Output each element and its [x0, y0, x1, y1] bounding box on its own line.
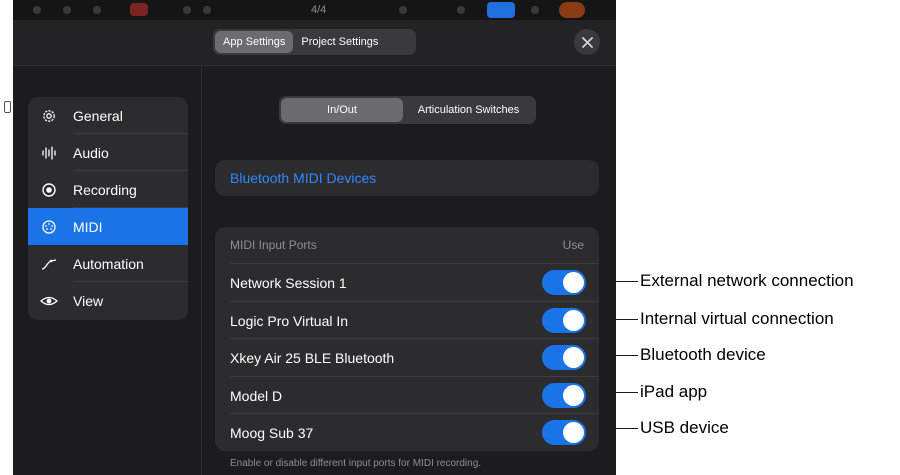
sidebar-item-label: Recording	[73, 181, 137, 198]
sidebar-item-midi[interactable]: MIDI	[28, 208, 188, 245]
sidebar-item-audio[interactable]: Audio	[28, 134, 188, 171]
port-name: Model D	[230, 387, 283, 404]
sidebar-item-label: Audio	[73, 144, 109, 161]
bluetooth-midi-devices-label: Bluetooth MIDI Devices	[230, 170, 377, 186]
callout-label: USB device	[640, 418, 729, 437]
port-name: Moog Sub 37	[230, 425, 314, 442]
port-name: Xkey Air 25 BLE Bluetooth	[230, 350, 395, 367]
toggle-knob	[563, 347, 584, 369]
use-column-label: Use	[562, 238, 584, 252]
callout-label: Internal virtual connection	[640, 309, 834, 328]
toggle-knob	[563, 384, 584, 406]
midi-input-ports-header: MIDI Input Ports Use	[215, 227, 599, 263]
callout-line	[616, 392, 638, 393]
tab-app-settings[interactable]: App Settings	[215, 31, 294, 53]
toolbar-control[interactable]	[63, 6, 71, 14]
sidebar-item-label: MIDI	[73, 218, 103, 235]
settings-header: App Settings Project Settings	[13, 20, 616, 66]
callout-line	[616, 428, 638, 429]
callout-label: Bluetooth device	[640, 345, 766, 364]
settings-window: 4/4 App Settings Project Settings Genera…	[13, 0, 616, 475]
toolbar-control[interactable]	[531, 6, 539, 14]
settings-scope-segmented-control: App Settings Project Settings	[213, 29, 416, 55]
callout-line	[616, 355, 638, 356]
pane-divider	[201, 65, 202, 475]
list-item: Network Session 1	[230, 263, 599, 301]
sidebar-item-recording[interactable]: Recording	[28, 171, 188, 208]
settings-sidebar: General Audio Recording MIDI Automation	[28, 97, 188, 320]
sidebar-item-automation[interactable]: Automation	[28, 245, 188, 282]
callout-label: External network connection	[640, 271, 854, 290]
toolbar-orange-button[interactable]	[559, 2, 585, 18]
sidebar-item-label: View	[73, 292, 104, 309]
midi-subtab-segmented-control: In/Out Articulation Switches	[279, 96, 536, 124]
section-title: MIDI Input Ports	[230, 238, 317, 252]
sidebar-item-view[interactable]: View	[28, 282, 188, 319]
window-edge-marker	[4, 101, 11, 113]
toolbar-active-button[interactable]	[487, 2, 515, 18]
waveform-icon	[40, 144, 58, 162]
eye-icon	[40, 292, 58, 310]
port-enable-toggle[interactable]	[542, 420, 586, 446]
port-name: Logic Pro Virtual In	[230, 312, 349, 329]
list-item: Model D	[230, 375, 599, 414]
ports-footnote: Enable or disable different input ports …	[230, 458, 482, 469]
port-enable-toggle[interactable]	[542, 382, 586, 408]
sidebar-item-label: Automation	[73, 255, 144, 272]
callout-line	[616, 281, 638, 282]
sidebar-item-general[interactable]: General	[28, 97, 188, 134]
toolbar-control[interactable]	[457, 6, 465, 14]
port-name: Network Session 1	[230, 275, 347, 291]
toggle-knob	[563, 272, 584, 293]
toolbar-control[interactable]	[203, 6, 211, 14]
list-item: Logic Pro Virtual In	[230, 300, 599, 339]
midi-port-icon	[40, 218, 58, 236]
midi-input-ports-list: MIDI Input Ports Use Network Session 1 L…	[215, 227, 599, 451]
record-indicator[interactable]	[130, 3, 148, 16]
tab-project-settings[interactable]: Project Settings	[293, 31, 386, 53]
port-enable-toggle[interactable]	[542, 270, 586, 295]
toolbar-control[interactable]	[33, 6, 41, 14]
port-enable-toggle[interactable]	[542, 307, 586, 333]
callout-line	[616, 319, 638, 320]
toolbar-control[interactable]	[399, 6, 407, 14]
automation-curve-icon	[40, 255, 58, 273]
list-item: Moog Sub 37	[230, 413, 599, 451]
close-button[interactable]	[574, 29, 600, 55]
bluetooth-midi-devices-link[interactable]: Bluetooth MIDI Devices	[215, 160, 599, 196]
toolbar-control[interactable]	[183, 6, 191, 14]
list-item: Xkey Air 25 BLE Bluetooth	[230, 338, 599, 376]
close-icon	[581, 36, 593, 48]
toggle-knob	[563, 309, 584, 331]
sidebar-item-label: General	[73, 107, 123, 124]
toggle-knob	[563, 422, 584, 444]
port-enable-toggle[interactable]	[542, 345, 586, 371]
app-toolbar-strip: 4/4	[13, 0, 616, 20]
callout-label: iPad app	[640, 382, 708, 401]
time-signature: 4/4	[311, 4, 327, 16]
toolbar-control[interactable]	[93, 6, 101, 14]
tab-in-out[interactable]: In/Out	[281, 98, 403, 122]
gear-icon	[40, 107, 58, 125]
record-icon	[40, 181, 58, 199]
tab-articulation-switches[interactable]: Articulation Switches	[403, 98, 534, 122]
